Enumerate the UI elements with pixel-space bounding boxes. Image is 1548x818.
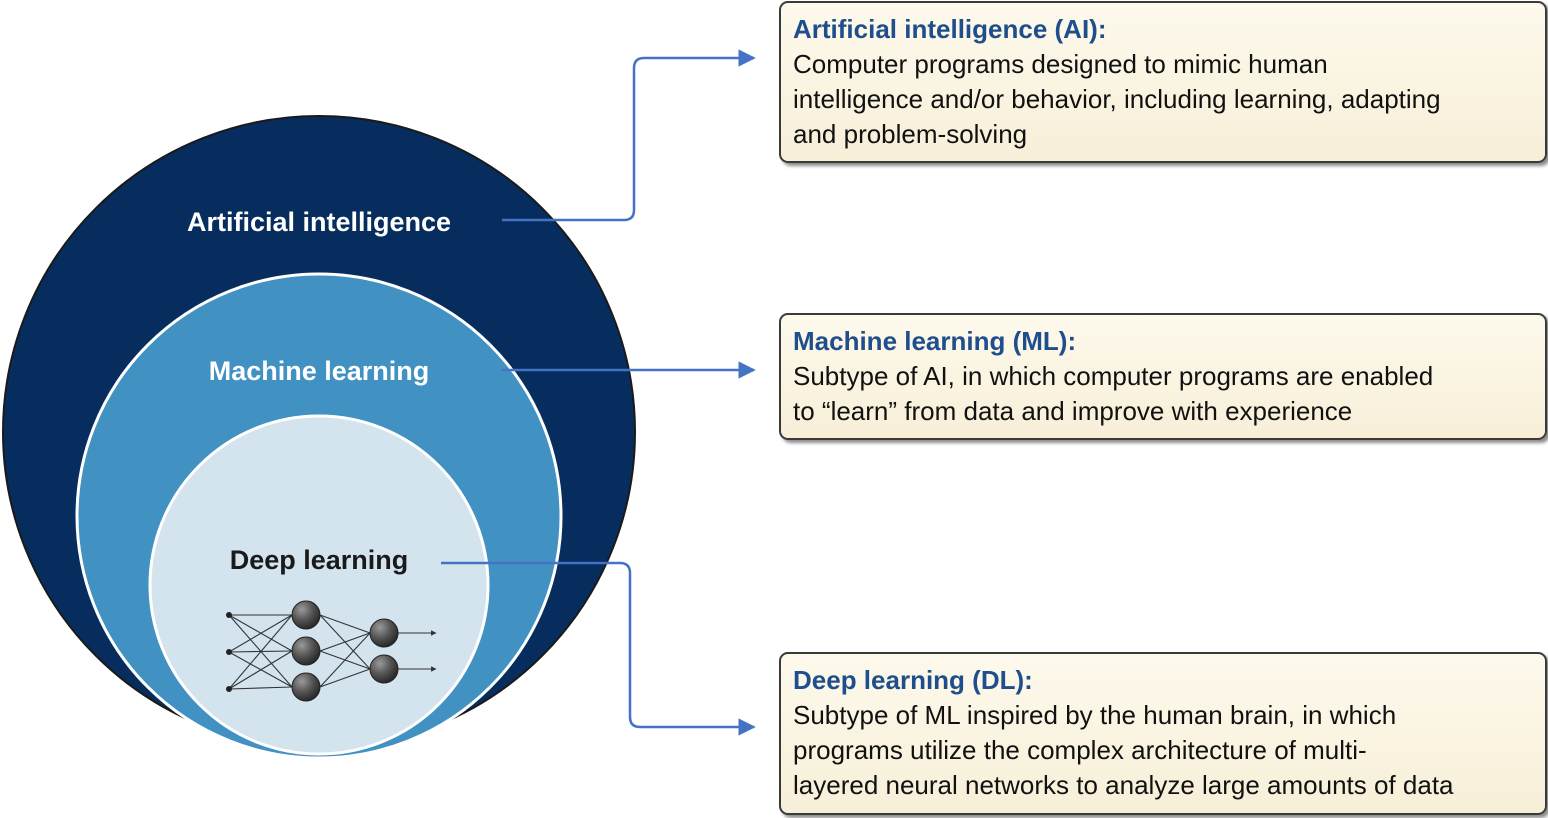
ml-definition-title: Machine learning (ML): xyxy=(793,326,1077,356)
dl-definition-title: Deep learning (DL): xyxy=(793,665,1033,695)
hidden-node xyxy=(291,672,321,702)
hidden-node xyxy=(291,636,321,666)
input-node xyxy=(226,612,232,618)
dl-circle xyxy=(148,414,490,756)
ai-definition-line: intelligence and/or behavior, including … xyxy=(793,84,1441,114)
ai-definition-title: Artificial intelligence (AI): xyxy=(793,14,1107,44)
dl-definition-line: layered neural networks to analyze large… xyxy=(793,770,1454,800)
ai-circle-label: Artificial intelligence xyxy=(187,207,451,237)
dl-definition-box: Deep learning (DL): Subtype of ML inspir… xyxy=(779,652,1547,815)
hidden-node xyxy=(291,600,321,630)
ml-circle-label: Machine learning xyxy=(209,356,430,386)
input-node xyxy=(226,649,232,655)
input-node xyxy=(226,686,232,692)
ai-definition-box: Artificial intelligence (AI): Computer p… xyxy=(779,1,1547,163)
ml-definition-line: Subtype of AI, in which computer program… xyxy=(793,361,1434,391)
ai-definition-line: Computer programs designed to mimic huma… xyxy=(793,49,1328,79)
ai-definition-line: and problem-solving xyxy=(793,119,1028,149)
hidden-node xyxy=(369,618,399,648)
ml-definition-box: Machine learning (ML): Subtype of AI, in… xyxy=(779,313,1547,440)
dl-definition-line: Subtype of ML inspired by the human brai… xyxy=(793,700,1397,730)
ml-definition-line: to “learn” from data and improve with ex… xyxy=(793,396,1353,426)
dl-circle-label: Deep learning xyxy=(230,545,409,575)
ai-connector-arrow xyxy=(502,49,756,222)
hidden-node xyxy=(369,654,399,684)
dl-definition-line: programs utilize the complex architectur… xyxy=(793,735,1367,765)
